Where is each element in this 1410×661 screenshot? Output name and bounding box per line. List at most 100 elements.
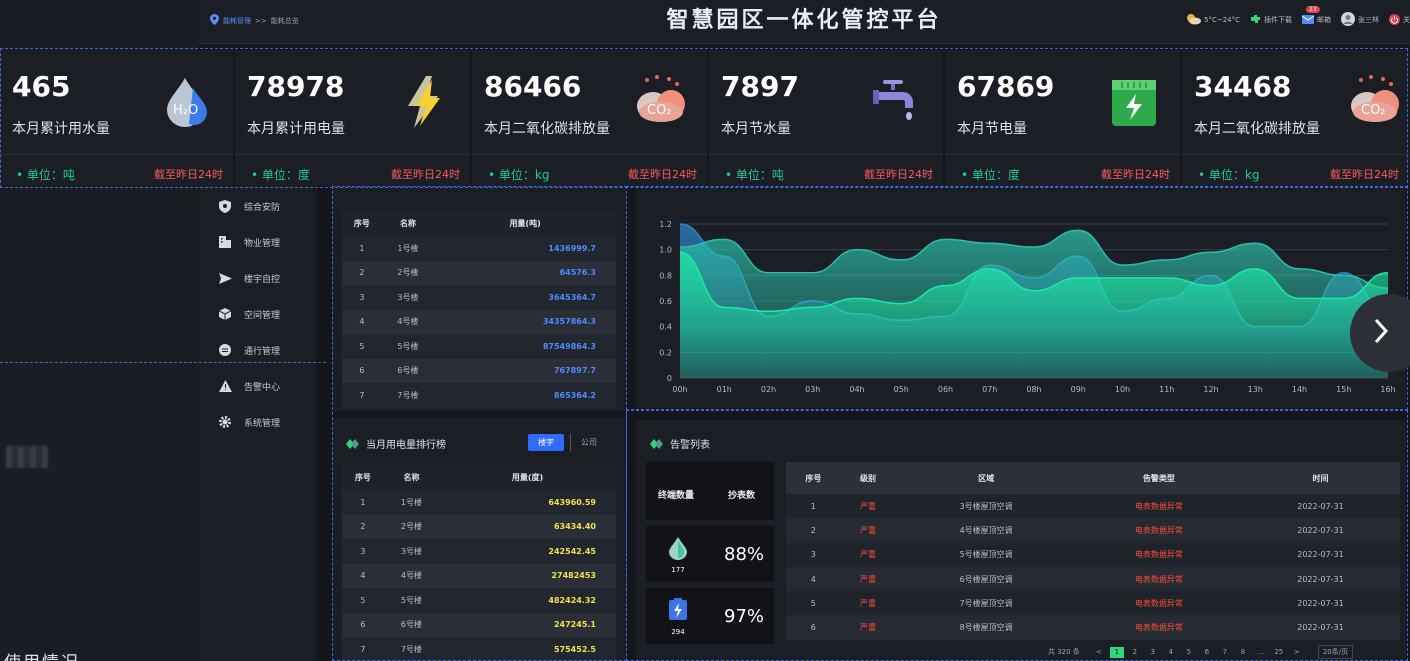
column-header: 级别: [840, 462, 896, 494]
page-button[interactable]: 4: [1164, 647, 1178, 658]
cell-area: 6号楼屋顶空调: [895, 566, 1077, 592]
power-button[interactable]: 关: [1389, 13, 1410, 27]
page-button[interactable]: 8: [1236, 647, 1250, 658]
cell-type: 电表数据异常: [1076, 518, 1241, 543]
page-button[interactable]: 25: [1272, 647, 1286, 658]
page-button[interactable]: 2: [1128, 647, 1142, 658]
cube-icon: [218, 307, 232, 321]
cell-index: 5: [786, 591, 841, 616]
cell-type: 电表数据异常: [1076, 615, 1241, 640]
user-name: 张三林: [1358, 16, 1379, 24]
cell-time: 2022-07-31: [1240, 591, 1400, 616]
mail-badge: 23: [1306, 5, 1320, 13]
meter-read-label: 抄表数: [728, 491, 756, 501]
sidebar-item-property[interactable]: 物业管理: [218, 232, 280, 252]
building-icon: [218, 235, 232, 249]
gear-icon: [218, 415, 232, 429]
cell-time: 2022-07-31: [1240, 566, 1400, 592]
mail-button[interactable]: 23 邮箱: [1301, 5, 1331, 26]
page-button[interactable]: 1: [1109, 646, 1124, 658]
cell-level: 严重: [840, 566, 896, 592]
power-label: 关: [1403, 16, 1410, 24]
sidebar-item-building-control[interactable]: 楼宇自控: [218, 268, 280, 288]
water-terminal-count: 177: [671, 566, 685, 574]
cell-index: 1: [786, 494, 841, 519]
puzzle-icon: [1250, 14, 1261, 27]
column-header: 时间: [1240, 462, 1400, 494]
sidebar-item-alarm[interactable]: 告警中心: [218, 376, 280, 396]
table-row[interactable]: 3 严重 5号楼屋顶空调 电表数据异常 2022-07-31: [786, 542, 1400, 567]
page-ellipsis: ...: [1257, 648, 1265, 656]
sidebar-item-label: 空间管理: [244, 310, 281, 321]
sidebar-item-access[interactable]: 通行管理: [218, 340, 280, 360]
sidebar-item-security[interactable]: 综合安防: [218, 196, 280, 216]
left-bottom-label: 使用情况: [4, 648, 80, 661]
cell-area: 3号楼屋顶空调: [895, 494, 1077, 519]
cell-index: 6: [786, 615, 841, 640]
alert-table: 序号 级别 区域 告警类型 时间 1 严重 3号楼屋顶空调 电表数据异常 2022-07…: [786, 462, 1400, 640]
elec-terminal-count: 294: [671, 628, 685, 636]
water-meter-stat: 177 88%: [646, 526, 774, 582]
cell-level: 严重: [840, 615, 896, 640]
cell-index: 3: [786, 542, 841, 567]
mail-icon: [1301, 14, 1315, 26]
cell-area: 7号楼屋顶空调: [895, 591, 1077, 616]
cell-level: 严重: [840, 591, 896, 616]
pass-icon: [218, 343, 232, 357]
cell-type: 电表数据异常: [1076, 542, 1241, 567]
terminal-count-label: 终端数量: [658, 491, 695, 501]
header-toolbar: 5°C~24°C 插件下载 23 邮箱 张三林 关: [1185, 5, 1410, 28]
blurred-avatar: [6, 446, 48, 468]
water-drop-icon: [666, 536, 690, 564]
plugin-label: 插件下载: [1264, 16, 1292, 24]
cell-time: 2022-07-31: [1240, 542, 1400, 567]
column-header: 区域: [895, 462, 1077, 494]
cell-level: 严重: [840, 542, 896, 567]
page-button[interactable]: 7: [1218, 647, 1232, 658]
sidebar-item-space[interactable]: 空间管理: [218, 304, 280, 324]
pagination: 共 320 条 < 1 2 3 4 5 6 7 8 ... 25 > 20条/页: [1048, 645, 1354, 659]
weather-text: 5°C~24°C: [1203, 16, 1240, 24]
power-icon: [1389, 13, 1400, 27]
sidebar-item-label: 楼宇自控: [244, 274, 281, 285]
table-row[interactable]: 2 严重 4号楼屋顶空调 电表数据异常 2022-07-31: [786, 518, 1400, 543]
cell-area: 5号楼屋顶空调: [895, 542, 1077, 567]
page-button[interactable]: 5: [1182, 647, 1196, 658]
top-header: 能耗管理 >> 能耗总览 智慧园区一体化管控平台 5°C~24°C 插件下载 2…: [198, 0, 1410, 44]
user-menu[interactable]: 张三林: [1341, 12, 1379, 28]
table-row[interactable]: 1 严重 3号楼屋顶空调 电表数据异常 2022-07-31: [786, 494, 1400, 519]
sidebar-item-label: 告警中心: [244, 382, 281, 393]
table-row[interactable]: 6 严重 8号楼屋顶空调 电表数据异常 2022-07-31: [786, 615, 1400, 640]
sidebar-item-system[interactable]: 系统管理: [218, 412, 280, 432]
plugin-download-button[interactable]: 插件下载: [1250, 14, 1292, 27]
cell-type: 电表数据异常: [1076, 494, 1241, 519]
elec-meter-stat: 294 97%: [646, 588, 774, 644]
sidebar-item-label: 系统管理: [244, 418, 281, 429]
cell-time: 2022-07-31: [1240, 615, 1400, 640]
page-button[interactable]: 6: [1200, 647, 1214, 658]
left-selection-line: [0, 362, 326, 363]
cell-time: 2022-07-31: [1240, 518, 1400, 543]
page-size-select[interactable]: 20条/页: [1317, 645, 1354, 659]
next-page-button[interactable]: >: [1290, 647, 1304, 658]
weather-widget: 5°C~24°C: [1185, 13, 1240, 27]
cell-index: 4: [786, 566, 841, 592]
table-row[interactable]: 5 严重 7号楼屋顶空调 电表数据异常 2022-07-31: [786, 591, 1400, 616]
sidebar-item-label: 综合安防: [244, 202, 281, 213]
cell-area: 4号楼屋顶空调: [895, 518, 1077, 543]
sidebar-menu: 综合安防 物业管理 楼宇自控 空间管理 通行管理 告警中心 系统管理: [198, 186, 316, 661]
weather-icon: [1185, 13, 1201, 27]
page-button[interactable]: 3: [1146, 647, 1160, 658]
chart-outline: [626, 186, 1408, 410]
total-count: 共 320 条: [1048, 648, 1080, 656]
prev-page-button[interactable]: <: [1092, 647, 1106, 658]
column-header: 序号: [786, 462, 841, 494]
avatar-icon: [1341, 12, 1355, 28]
sidebar-item-label: 物业管理: [244, 238, 281, 249]
chevron-right-icon: [1374, 318, 1389, 348]
column-header: 告警类型: [1076, 462, 1241, 494]
plane-icon: [218, 271, 232, 285]
cell-time: 2022-07-31: [1240, 494, 1400, 519]
mail-label: 邮箱: [1317, 16, 1331, 24]
table-row[interactable]: 4 严重 6号楼屋顶空调 电表数据异常 2022-07-31: [786, 566, 1400, 592]
